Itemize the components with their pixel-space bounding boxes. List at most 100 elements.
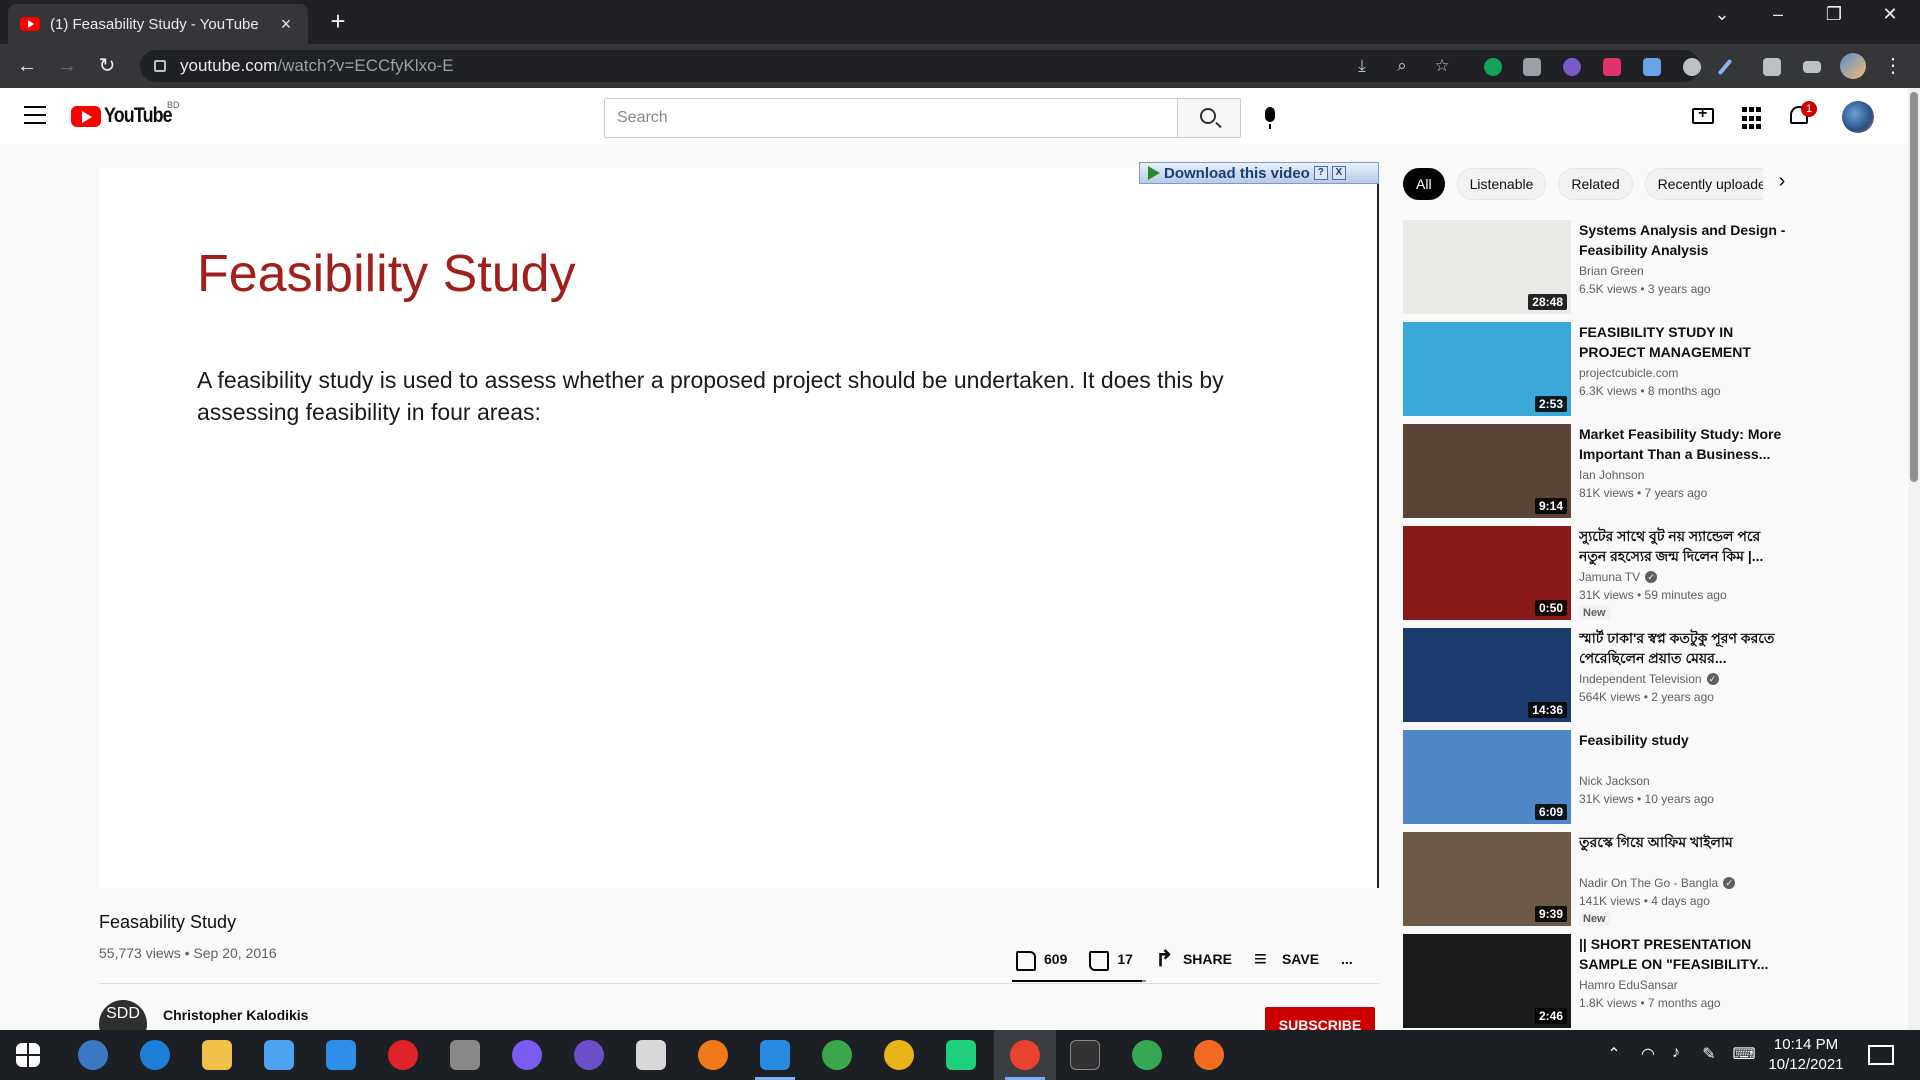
recommendation-channel[interactable]: Independent Television ✓ xyxy=(1579,672,1719,686)
download-extension-icon[interactable] xyxy=(1643,58,1661,76)
recommendation-channel[interactable]: Jamuna TV ✓ xyxy=(1579,570,1658,584)
browser-tab[interactable]: (1) Feasability Study - YouTube × xyxy=(8,4,308,44)
reload-icon[interactable]: ↻ xyxy=(92,52,122,80)
dislike-button[interactable]: 17 xyxy=(1089,947,1133,971)
recommendation-title[interactable]: স্যুটের সাথে বুট নয় স্যান্ডেল পরে নতুন … xyxy=(1579,526,1789,566)
recommendation-thumbnail[interactable]: 14:36 xyxy=(1403,628,1571,722)
download-help-icon[interactable]: ? xyxy=(1313,166,1328,180)
create-video-icon[interactable] xyxy=(1692,105,1714,124)
menu-icon[interactable] xyxy=(24,106,46,124)
extension-icon[interactable] xyxy=(1563,58,1581,76)
restore-icon[interactable]: ❐ xyxy=(1814,4,1854,25)
youtube-logo[interactable]: YouTube BD xyxy=(71,100,184,128)
sync-extension-icon[interactable] xyxy=(1683,58,1701,76)
search-button[interactable] xyxy=(1177,98,1241,138)
browser-profile-avatar[interactable] xyxy=(1840,53,1866,79)
recommendation-channel[interactable]: Nick Jackson xyxy=(1579,774,1650,788)
action-center-icon[interactable] xyxy=(1868,1045,1894,1065)
store-icon[interactable] xyxy=(264,1040,294,1070)
mail-icon[interactable] xyxy=(326,1040,356,1070)
recommendation-title[interactable]: স্মার্ট ঢাকা'র স্বপ্ন কতটুকু পূরণ করতে প… xyxy=(1579,628,1789,668)
recommendation-thumbnail[interactable]: 0:50 xyxy=(1403,526,1571,620)
recommendation-item[interactable]: 0:50 স্যুটের সাথে বুট নয় স্যান্ডেল পরে ন… xyxy=(1403,526,1883,620)
recommendation-item[interactable]: 9:39 তুরস্কে গিয়ে আফিম খাইলাম Nadir On Th… xyxy=(1403,832,1883,926)
grammarly-extension-icon[interactable] xyxy=(1484,58,1502,76)
download-video-bar[interactable]: Download this video ? X xyxy=(1139,162,1379,184)
recommendation-title[interactable]: Feasibility study xyxy=(1579,730,1789,750)
windows-start-icon[interactable] xyxy=(16,1043,40,1067)
new-tab-icon[interactable]: + xyxy=(322,6,354,37)
apps-grid-icon[interactable] xyxy=(1742,107,1768,131)
show-hidden-icons-chevron-icon[interactable]: ⌃ xyxy=(1602,1044,1626,1064)
close-tab-icon[interactable]: × xyxy=(276,14,296,35)
chrome-icon[interactable] xyxy=(1010,1040,1040,1070)
browser-menu-icon[interactable]: ⋮ xyxy=(1878,52,1908,80)
postman-icon[interactable] xyxy=(1194,1040,1224,1070)
recommendation-title[interactable]: তুরস্কে গিয়ে আফিম খাইলাম xyxy=(1579,832,1789,852)
like-button[interactable]: 609 xyxy=(1016,947,1067,971)
share-button[interactable]: ↱ SHARE xyxy=(1155,948,1232,970)
download-close-icon[interactable]: X xyxy=(1331,166,1346,180)
recommendation-title[interactable]: FEASIBILITY STUDY IN PROJECT MANAGEMENT xyxy=(1579,322,1789,362)
recommendation-thumbnail[interactable]: 9:39 xyxy=(1403,832,1571,926)
edge-icon[interactable] xyxy=(140,1040,170,1070)
recommendation-item[interactable]: 6:09 Feasibility study Nick Jackson 31K vie… xyxy=(1403,730,1883,824)
zoom-icon[interactable]: ⌕ xyxy=(1388,50,1416,82)
qbittorrent-icon[interactable] xyxy=(78,1040,108,1070)
reading-list-icon[interactable] xyxy=(1803,61,1821,73)
wifi-icon[interactable]: ◠ xyxy=(1636,1044,1660,1064)
chrome-ek-icon[interactable] xyxy=(1132,1040,1162,1070)
minimize-icon[interactable]: – xyxy=(1758,4,1798,25)
voice-search-button[interactable] xyxy=(1250,98,1290,138)
forward-icon[interactable]: → xyxy=(52,52,82,80)
scrollbar-thumb[interactable] xyxy=(1910,92,1918,482)
play-extension-icon[interactable] xyxy=(1603,58,1621,76)
pycharm-icon[interactable] xyxy=(946,1040,976,1070)
channel-name[interactable]: Christopher Kalodikis xyxy=(163,1007,308,1023)
edge-legacy-icon[interactable] xyxy=(822,1040,852,1070)
recommendation-thumbnail[interactable]: 9:14 xyxy=(1403,424,1571,518)
screenshot-extension-icon[interactable] xyxy=(1523,58,1541,76)
recommendation-channel[interactable]: Ian Johnson xyxy=(1579,468,1644,482)
recommendation-title[interactable]: Market Feasibility Study: More Important… xyxy=(1579,424,1789,464)
install-icon[interactable]: ⤓ xyxy=(1348,50,1376,82)
puzzle-icon[interactable] xyxy=(1763,58,1781,76)
search-input[interactable]: Search xyxy=(604,98,1189,138)
pen-workspace-icon[interactable]: ✎ xyxy=(1697,1044,1721,1064)
recommendation-channel[interactable]: projectcubicle.com xyxy=(1579,366,1678,380)
firefox-icon[interactable] xyxy=(698,1040,728,1070)
recommendation-thumbnail[interactable]: 6:09 xyxy=(1403,730,1571,824)
chip-listenable[interactable]: Listenable xyxy=(1456,168,1547,200)
opera-icon[interactable] xyxy=(388,1040,418,1070)
satellite-app-icon[interactable] xyxy=(450,1040,480,1070)
recommendation-channel[interactable]: Nadir On The Go - Bangla ✓ xyxy=(1579,876,1736,890)
vscode-icon[interactable] xyxy=(760,1040,790,1070)
recommendation-item[interactable]: 9:14 Market Feasibility Study: More Impor… xyxy=(1403,424,1883,518)
close-window-icon[interactable]: ✕ xyxy=(1870,4,1910,25)
chevron-right-icon[interactable]: › xyxy=(1770,170,1794,193)
messenger-icon[interactable] xyxy=(512,1040,542,1070)
recommendation-item[interactable]: 14:36 স্মার্ট ঢাকা'র স্বপ্ন কতটুকু পূরণ ক… xyxy=(1403,628,1883,722)
taskbar-clock[interactable]: 10:14 PM 10/12/2021 xyxy=(1754,1035,1858,1075)
save-button[interactable]: ≡ SAVE xyxy=(1254,948,1319,970)
recommendation-title[interactable]: Systems Analysis and Design - Feasibilit… xyxy=(1579,220,1789,260)
recommendation-item[interactable]: 2:53 FEASIBILITY STUDY IN PROJECT MANAGEM… xyxy=(1403,322,1883,416)
github-desktop-icon[interactable] xyxy=(574,1040,604,1070)
volume-icon[interactable]: ♪ xyxy=(1664,1044,1688,1062)
chip-all[interactable]: All xyxy=(1403,168,1445,200)
address-bar[interactable]: youtube.com/watch?v=ECCfyKlxo-E ⤓ ⌕ ☆ xyxy=(140,50,1700,82)
recommendation-thumbnail[interactable]: 28:48 xyxy=(1403,220,1571,314)
recommendation-thumbnail[interactable]: 2:53 xyxy=(1403,322,1571,416)
back-icon[interactable]: ← xyxy=(12,52,42,80)
chip-recently-uploaded[interactable]: Recently uploaded xyxy=(1644,168,1763,200)
chip-related[interactable]: Related xyxy=(1558,168,1633,200)
video-player[interactable]: Download this video ? X Feasibility Stud… xyxy=(99,162,1379,888)
recommendation-thumbnail[interactable]: 2:46 xyxy=(1403,934,1571,1028)
paint-icon[interactable] xyxy=(636,1040,666,1070)
page-scrollbar[interactable] xyxy=(1908,88,1920,1030)
recommendation-item[interactable]: 28:48 Systems Analysis and Design - Feasi… xyxy=(1403,220,1883,314)
file-explorer-icon[interactable] xyxy=(202,1040,232,1070)
bookmark-star-icon[interactable]: ☆ xyxy=(1428,50,1456,82)
more-actions-button[interactable]: ... xyxy=(1341,951,1353,967)
recommendation-channel[interactable]: Brian Green xyxy=(1579,264,1644,278)
